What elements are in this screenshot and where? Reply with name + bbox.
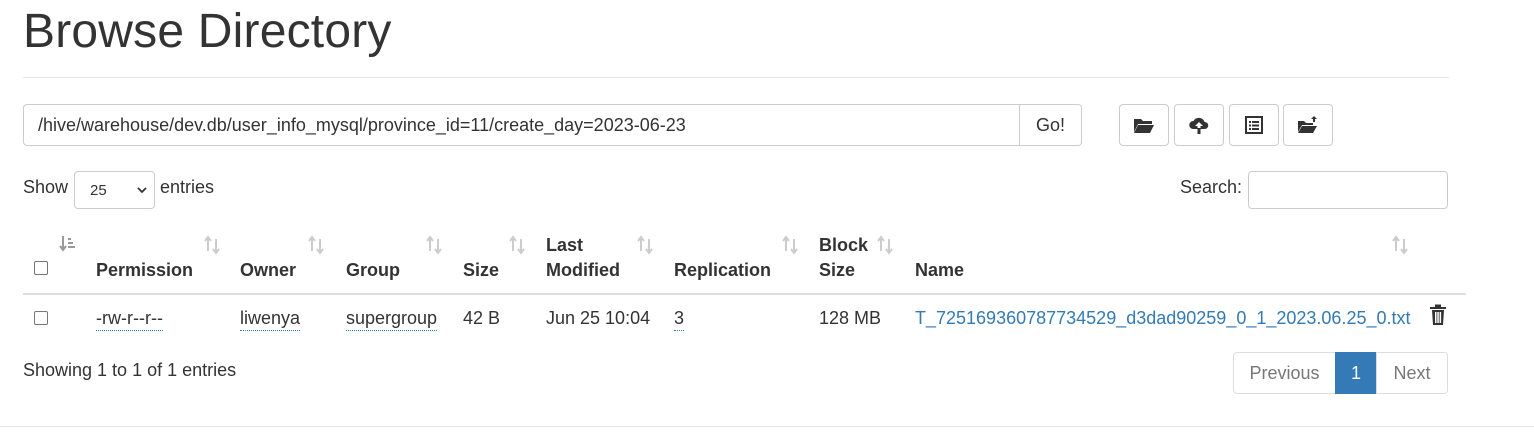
header-divider: [23, 293, 1466, 295]
entries-select-value: 25: [90, 181, 107, 199]
pagination: Previous 1 Next: [1233, 352, 1448, 394]
create-directory-button[interactable]: [1119, 104, 1169, 146]
sort-icon[interactable]: [781, 235, 799, 255]
bottom-divider: [0, 426, 1534, 427]
row-checkbox[interactable]: [34, 311, 48, 325]
previous-page-button[interactable]: Previous: [1233, 352, 1336, 394]
sort-descending-icon[interactable]: [58, 234, 76, 254]
page-title: Browse Directory: [23, 5, 392, 58]
cell-size: 42 B: [463, 308, 501, 328]
upload-files-button[interactable]: [1174, 104, 1224, 146]
cell-permission[interactable]: -rw-r--r--: [96, 306, 163, 331]
chevron-down-icon: [137, 187, 147, 194]
search-input[interactable]: [1248, 171, 1448, 209]
page-1-button[interactable]: 1: [1335, 352, 1377, 394]
column-header-block-size-line2[interactable]: Size: [819, 258, 855, 283]
path-bar: Go!: [23, 104, 1082, 146]
column-header-size[interactable]: Size: [463, 258, 499, 283]
sort-icon[interactable]: [508, 235, 526, 255]
cloud-upload-icon: [1189, 117, 1209, 134]
column-header-owner[interactable]: Owner: [240, 258, 296, 283]
cut-paste-button[interactable]: [1229, 104, 1279, 146]
sort-icon[interactable]: [636, 235, 654, 255]
column-header-block-size-line1[interactable]: Block: [819, 233, 868, 258]
cell-name-link[interactable]: T_725169360787734529_d3dad90259_0_1_2023…: [915, 306, 1410, 330]
cell-replication[interactable]: 3: [674, 306, 685, 331]
column-header-group[interactable]: Group: [346, 258, 400, 283]
list-alt-icon: [1245, 116, 1263, 134]
column-header-permission[interactable]: Permission: [96, 258, 193, 283]
path-input[interactable]: [23, 104, 1020, 146]
cell-last-modified: Jun 25 10:04: [546, 308, 651, 328]
column-header-replication[interactable]: Replication: [674, 258, 771, 283]
select-all-checkbox[interactable]: [34, 261, 48, 275]
entries-per-page-select[interactable]: 25: [74, 171, 155, 209]
sort-icon[interactable]: [876, 235, 894, 255]
next-page-button[interactable]: Next: [1376, 352, 1448, 394]
folder-open-icon: [1134, 119, 1154, 133]
sort-icon[interactable]: [203, 235, 221, 255]
entries-label: entries: [160, 177, 215, 197]
search-label: Search:: [1180, 177, 1243, 197]
trash-icon[interactable]: [1429, 304, 1447, 326]
column-header-last-modified-line2[interactable]: Modified: [546, 258, 620, 283]
column-header-last-modified-line1[interactable]: Last: [546, 233, 583, 258]
move-button[interactable]: [1283, 104, 1333, 146]
column-header-name[interactable]: Name: [915, 258, 964, 283]
go-button[interactable]: Go!: [1020, 104, 1082, 146]
show-label: Show: [23, 177, 69, 197]
sort-icon[interactable]: [1391, 235, 1409, 255]
table-info: Showing 1 to 1 of 1 entries: [23, 360, 237, 380]
title-divider: [23, 77, 1449, 78]
folder-upload-icon: [1298, 116, 1317, 133]
cell-group[interactable]: supergroup: [346, 306, 438, 331]
sort-icon[interactable]: [307, 235, 325, 255]
cell-block-size: 128 MB: [819, 308, 882, 328]
cell-owner[interactable]: liwenya: [240, 306, 301, 331]
sort-icon[interactable]: [425, 235, 443, 255]
